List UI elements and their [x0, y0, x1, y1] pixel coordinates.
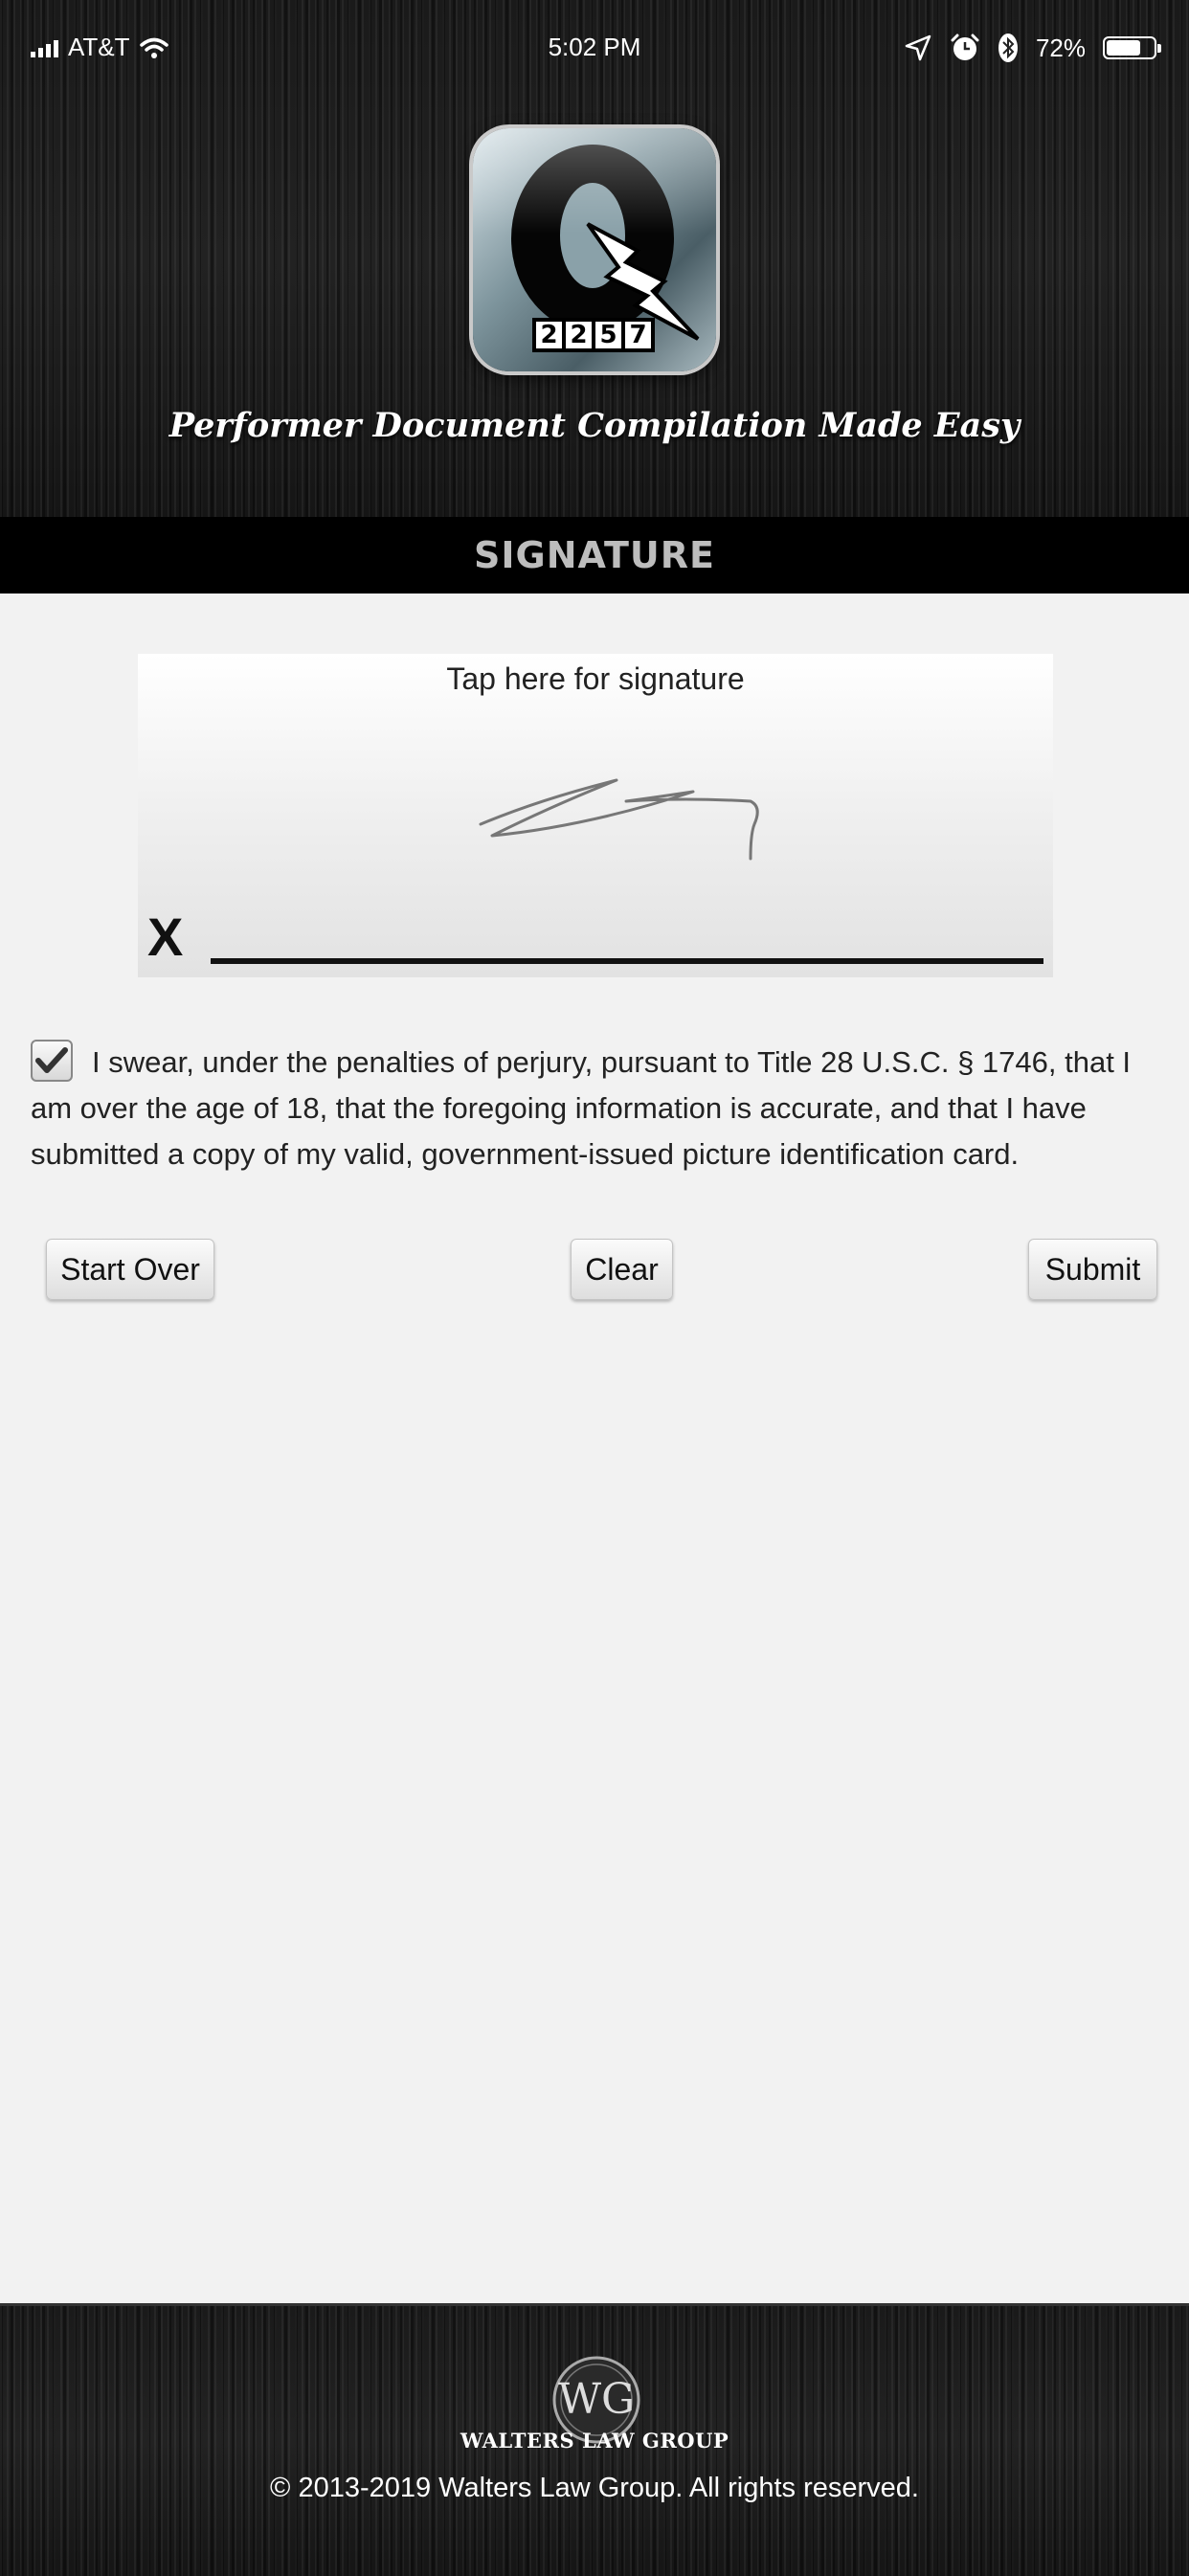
start-over-button[interactable]: Start Over [46, 1239, 214, 1300]
logo-digit: 7 [625, 321, 651, 349]
signature-stroke [479, 778, 759, 861]
signature-pad[interactable]: Tap here for signature X [138, 654, 1053, 977]
title-bar: SIGNATURE [0, 517, 1189, 594]
wg-initials: WG [557, 2375, 636, 2424]
clear-button[interactable]: Clear [571, 1239, 673, 1300]
page-title: SIGNATURE [474, 534, 715, 576]
footer: WG WALTERS LAW GROUP © 2013-2019 Walters… [0, 2303, 1189, 2576]
copyright-text: © 2013-2019 Walters Law Group. All right… [270, 2473, 919, 2503]
status-right: 72% [904, 33, 1161, 63]
bluetooth-icon [998, 34, 1018, 62]
logo-digit: 2 [566, 321, 592, 349]
logo-digits: 2 2 5 7 [536, 321, 651, 349]
signature-line [211, 958, 1043, 964]
battery-icon [1103, 36, 1161, 59]
logo-digit: 2 [536, 321, 562, 349]
tagline: Performer Document Compilation Made Easy [168, 406, 1021, 445]
oath-text: I swear, under the penalties of perjury,… [31, 1045, 1132, 1171]
submit-button[interactable]: Submit [1028, 1239, 1157, 1300]
company-name: WALTERS LAW GROUP [460, 2429, 729, 2453]
alarm-icon [951, 34, 979, 60]
battery-percent: 72% [1035, 33, 1086, 62]
location-arrow-icon [905, 34, 931, 61]
status-bar: AT&T 5:02 PM 72% [0, 0, 1189, 96]
logo-digit: 5 [595, 321, 621, 349]
app-logo: 2 2 5 7 [473, 128, 716, 371]
signature-x-mark: X [147, 907, 184, 967]
app-header: AT&T 5:02 PM 72% 2 2 5 7 Performer Docum… [0, 0, 1189, 517]
